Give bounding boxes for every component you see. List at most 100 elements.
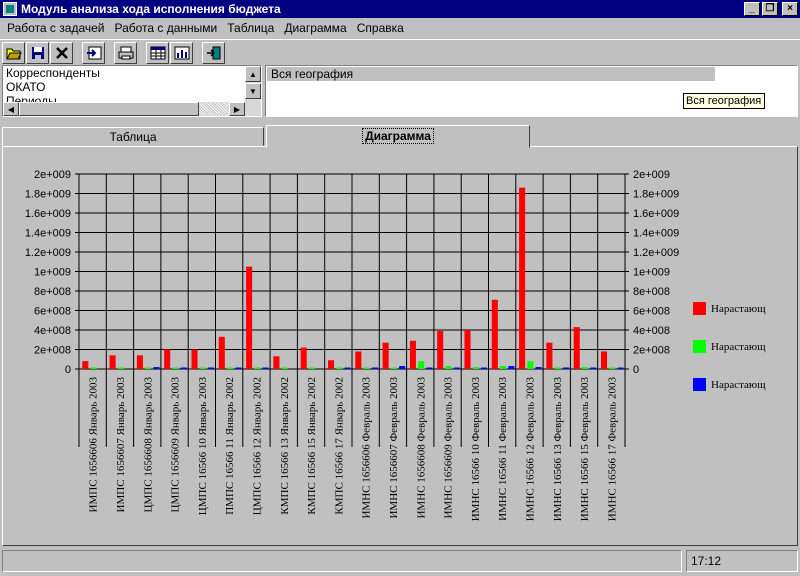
horizontal-scrollbar[interactable]: ◀ ▶ [3,102,245,116]
y-tick-label-right: 8e+008 [633,286,670,298]
y-tick-label-right: 1.8e+009 [633,189,679,201]
bar-3 [590,367,597,369]
bar-2 [390,367,397,369]
geography-panel[interactable]: Вся география [265,65,798,117]
x-tick-label: ИМНС 1656609 Февраль 2003 [443,377,455,519]
bar-3 [262,367,269,369]
app-icon[interactable] [3,2,17,16]
bar-2 [227,367,234,369]
y-tick-label: 1.4e+009 [25,228,71,240]
legend-swatch [693,302,706,315]
y-tick-label: 1e+009 [34,267,71,279]
bar-2 [336,367,343,369]
y-tick-label: 1.6e+009 [25,208,71,220]
x-tick-label: КМПС 16566 17 Январь 2002 [333,377,345,515]
bar-2 [172,367,179,369]
import-icon[interactable] [82,41,105,64]
x-tick-label: ЦМПС 16566 10 Январь 2003 [197,377,209,516]
title-bar: Модуль анализа хода исполнения бюджета _… [0,0,800,18]
x-tick-label: ИМНС 16566 10 Февраль 2003 [470,377,482,522]
bar-3 [153,367,160,369]
menu-table[interactable]: Таблица [222,21,279,35]
y-tick-label: 1.2e+009 [25,247,71,259]
bar-1 [273,356,280,369]
delete-x-icon[interactable] [50,41,73,64]
y-tick-label: 6e+008 [34,306,71,318]
scroll-up-icon[interactable]: ▲ [245,66,261,82]
vertical-scrollbar[interactable]: ▲ ▼ [245,66,261,116]
x-tick-label: ЦМПС 1656609 Январь 2003 [170,377,182,513]
chart-settings-icon[interactable] [170,41,193,64]
list-item[interactable]: Периоды [3,94,261,102]
table-view-icon[interactable] [146,41,169,64]
y-tick-label: 8e+008 [34,286,71,298]
menu-bar: Работа с задачей Работа с данными Таблиц… [0,18,800,38]
y-tick-label: 0 [65,364,71,376]
list-item[interactable]: ОКАТО [3,80,261,94]
bar-chart: 0 0 2e+008 2e+008 4e+008 4e+008 6e+008 6e+008 8e… [25,169,766,522]
bar-3 [562,367,569,369]
bar-1 [491,299,498,369]
open-folder-icon[interactable] [2,41,25,64]
y-tick-label-right: 6e+008 [633,306,670,318]
legend-swatch [693,340,706,353]
scroll-right-icon[interactable]: ▶ [229,102,245,116]
toolbar [0,39,800,65]
menu-data[interactable]: Работа с данными [109,21,222,35]
close-button[interactable]: × [782,2,798,16]
list-item[interactable]: Корреспонденты [3,66,261,80]
bar-1 [382,342,389,369]
x-tick-label: ИМНС 16566 13 Февраль 2003 [552,377,564,522]
y-tick-label: 1.8e+009 [25,189,71,201]
bar-1 [300,347,307,369]
bar-3 [180,367,187,369]
x-tick-label: КМПС 16566 15 Январь 2002 [306,377,318,515]
x-tick-label: ИМНС 16566 15 Февраль 2003 [579,377,591,522]
legend-label: Нарастающ [711,379,766,391]
scroll-left-icon[interactable]: ◀ [3,102,19,116]
bar-2 [581,367,589,369]
menu-help[interactable]: Справка [352,21,409,35]
x-tick-label: ПМПС 16566 11 Январь 2002 [224,377,236,515]
bar-2 [281,367,288,369]
minimize-button[interactable]: _ [744,2,760,16]
bar-3 [617,367,624,369]
menu-chart[interactable]: Диаграмма [279,21,351,35]
tab-table-label: Таблица [109,130,157,144]
print-icon[interactable] [114,41,137,64]
y-tick-label-right: 4e+008 [633,325,670,337]
tab-table[interactable]: Таблица [2,127,264,146]
x-tick-label: ИМНС 16566 17 Февраль 2003 [606,377,618,522]
bar-3 [235,367,242,369]
bar-2 [308,367,316,369]
x-tick-label: ИМНС 1656607 Февраль 2003 [388,377,400,519]
window-title: Модуль анализа хода исполнения бюджета [21,2,281,16]
status-time: 17:12 [686,550,798,572]
tab-chart[interactable]: Диаграмма [266,125,530,148]
restore-button[interactable]: ❐ [762,2,778,16]
bar-2 [254,367,261,369]
x-tick-label: ИМНС 1656606 Февраль 2003 [361,377,373,519]
geography-header[interactable]: Вся география [267,67,715,81]
y-tick-label-right: 1.4e+009 [633,228,679,240]
scroll-thumb[interactable] [19,102,199,116]
bar-2 [90,367,97,369]
correspondents-list[interactable]: Корреспонденты ОКАТО Периоды ▲ ▼ ◀ ▶ [2,65,262,117]
legend-label: Нарастающ [711,341,766,353]
bar-1 [164,349,171,369]
exit-door-icon[interactable] [202,41,225,64]
bar-1 [246,266,253,369]
bar-2 [363,367,370,369]
y-tick-label-right: 1.6e+009 [633,208,679,220]
y-tick-label-right: 2e+008 [633,345,670,357]
bar-3 [535,367,542,369]
bar-1 [519,187,526,369]
bar-2 [418,361,425,369]
save-disk-icon[interactable] [26,41,49,64]
menu-task[interactable]: Работа с задачей [2,21,109,35]
legend-label: Нарастающ [711,303,766,315]
y-tick-label-right: 0 [633,364,639,376]
legend-swatch [693,378,706,391]
scroll-down-icon[interactable]: ▼ [245,83,261,99]
y-tick-label: 4e+008 [34,325,71,337]
